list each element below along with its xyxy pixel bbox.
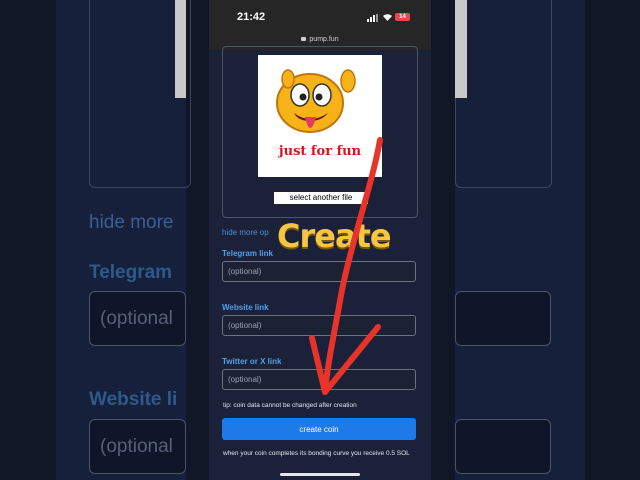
clock: 21:42 [237, 11, 266, 23]
website-input[interactable]: (optional) [222, 315, 416, 336]
backdrop-image-edge-right [455, 0, 467, 98]
emoji-face-image: just for fun [276, 69, 362, 159]
battery-icon: 14 [395, 13, 410, 21]
status-bar: 21:42 14 [209, 0, 431, 34]
telegram-input[interactable]: (optional) [222, 261, 416, 282]
image-upload-box[interactable]: just for fun select another file [222, 46, 418, 218]
backdrop-website-input: (optional [89, 419, 186, 474]
twitter-input[interactable]: (optional) [222, 369, 416, 390]
url-text: pump.fun [309, 36, 339, 43]
image-caption: just for fun [278, 144, 362, 159]
backdrop-website-label: Website li [89, 389, 178, 410]
wifi-icon [383, 14, 392, 21]
backdrop-website-input-right [455, 419, 551, 474]
coin-image-preview: just for fun [258, 55, 382, 177]
backdrop-telegram-input: (optional [89, 291, 186, 346]
hide-more-options-link[interactable]: hide more op [222, 228, 269, 237]
select-file-button[interactable]: select another file [273, 191, 369, 205]
backdrop-hide-more: hide more [89, 212, 174, 233]
lock-icon [301, 37, 307, 42]
home-indicator [280, 473, 360, 476]
telegram-label: Telegram link [222, 249, 273, 258]
website-label: Website link [222, 303, 269, 312]
create-overlay-text: Create [277, 217, 392, 255]
bonding-curve-note: when your coin completes its bonding cur… [223, 450, 410, 457]
signal-icon [367, 14, 379, 22]
backdrop-telegram-input-right [455, 291, 551, 346]
backdrop-telegram-label: Telegram [89, 262, 173, 283]
backdrop-image-edge [175, 0, 186, 98]
twitter-label: Twitter or X link [222, 357, 282, 366]
create-coin-button[interactable]: create coin [222, 418, 416, 440]
backdrop-upload-box-right [455, 0, 552, 188]
tip-text: tip: coin data cannot be changed after c… [223, 402, 357, 409]
